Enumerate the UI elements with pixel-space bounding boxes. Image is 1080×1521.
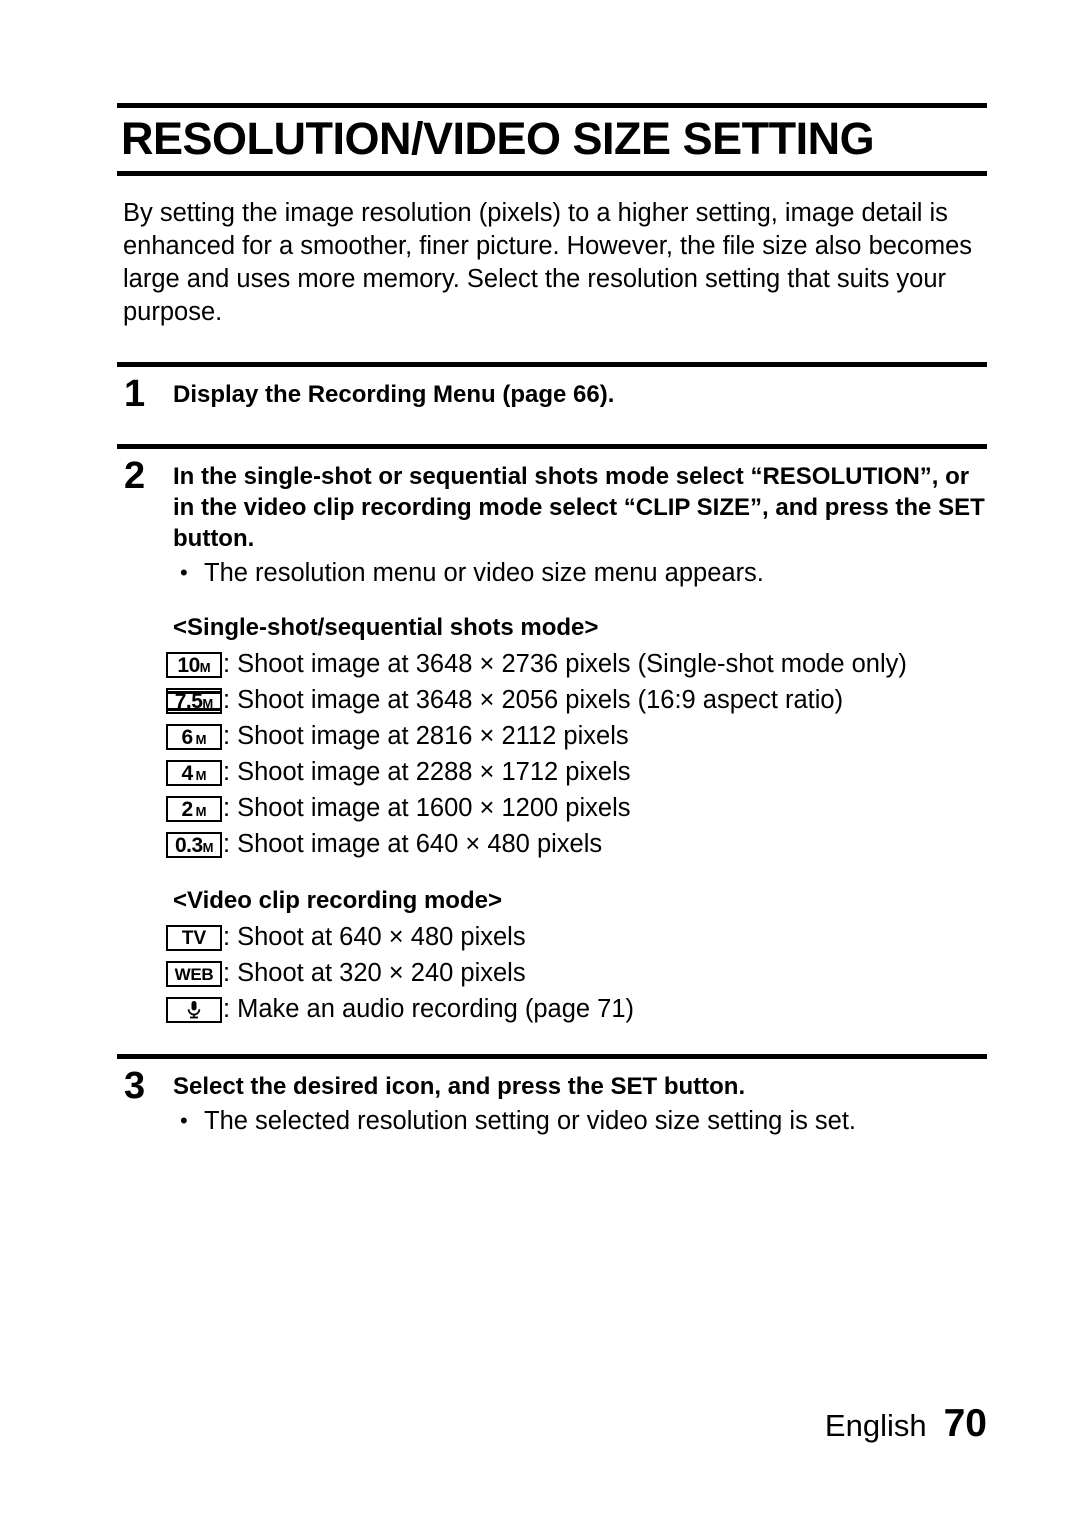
resolution-7-5m-icon: 7.5 M: [166, 688, 222, 714]
step-1-rule: [117, 362, 987, 367]
resolution-description: Shoot image at 2288 × 1712 pixels: [237, 758, 631, 787]
step-2-note: • The resolution menu or video size menu…: [173, 557, 987, 590]
icon-unit: M: [199, 659, 211, 675]
row-colon: :: [223, 995, 231, 1024]
step-2-title: In the single-shot or sequential shots m…: [173, 463, 985, 552]
video-size-list: TV : Shoot at 640 × 480 pixels WEB : Sho…: [166, 920, 987, 1028]
icon-value: 10: [177, 653, 200, 677]
bullet-icon: •: [180, 560, 188, 585]
video-size-row: WEB : Shoot at 320 × 240 pixels: [166, 956, 987, 992]
spacer-before-step-1: [117, 329, 987, 362]
step-3-note-text: The selected resolution setting or video…: [204, 1107, 857, 1135]
row-colon: :: [223, 830, 231, 859]
resolution-description: Shoot image at 640 × 480 pixels: [237, 830, 603, 859]
resolution-description: Shoot image at 1600 × 1200 pixels: [237, 794, 631, 823]
spacer-before-step-3: [117, 1028, 987, 1054]
page: RESOLUTION/VIDEO SIZE SETTING By setting…: [0, 0, 1080, 1521]
page-footer: English 70: [117, 1404, 987, 1443]
footer-page-number: 70: [943, 1402, 987, 1445]
icon-unit: M: [195, 731, 207, 747]
icon-value: 4: [181, 761, 193, 785]
step-1-title: Display the Recording Menu (page 66).: [173, 381, 615, 408]
video-size-description: Make an audio recording (page 71): [237, 995, 635, 1024]
microphone-glyph: [187, 1001, 201, 1019]
resolution-row: 4M : Shoot image at 2288 × 1712 pixels: [166, 755, 987, 791]
row-colon: :: [223, 650, 231, 679]
resolution-row: 2M : Shoot image at 1600 × 1200 pixels: [166, 791, 987, 827]
resolution-list: 10 M : Shoot image at 3648 × 2736 pixels …: [166, 647, 987, 863]
icon-value: 7.5: [174, 689, 203, 713]
step-3: 3 Select the desired icon, and press the…: [117, 1067, 987, 1138]
title-rule-bottom: [117, 171, 987, 176]
row-colon: :: [223, 959, 231, 988]
resolution-description: Shoot image at 3648 × 2736 pixels (Singl…: [237, 650, 907, 679]
video-size-description: Shoot at 320 × 240 pixels: [237, 959, 526, 988]
video-size-row: : Make an audio recording (page 71): [166, 992, 987, 1028]
step-3-title: Select the desired icon, and press the S…: [173, 1073, 746, 1100]
resolution-row: 0.3 M : Shoot image at 640 × 480 pixels: [166, 827, 987, 863]
icon-unit: M: [202, 839, 214, 855]
resolution-4m-icon: 4M: [166, 760, 222, 786]
resolution-row: 10 M : Shoot image at 3648 × 2736 pixels …: [166, 647, 987, 683]
row-colon: :: [223, 758, 231, 787]
row-colon: :: [223, 923, 231, 952]
spacer-before-step-2: [117, 410, 987, 444]
video-size-description: Shoot at 640 × 480 pixels: [237, 923, 526, 952]
icon-value: 6: [181, 725, 193, 749]
resolution-10m-icon: 10 M: [166, 652, 222, 678]
icon-label: WEB: [174, 964, 214, 984]
icon-unit: M: [202, 695, 214, 711]
section-heading-single-shot: <Single-shot/sequential shots mode>: [173, 614, 599, 641]
resolution-6m-icon: 6M: [166, 724, 222, 750]
resolution-0-3m-icon: 0.3 M: [166, 832, 222, 858]
audio-recording-microphone-icon: [166, 997, 222, 1023]
video-size-tv-icon: TV: [166, 925, 222, 951]
resolution-description: Shoot image at 3648 × 2056 pixels (16:9 …: [237, 686, 844, 715]
step-3-rule: [117, 1054, 987, 1059]
step-3-note: • The selected resolution setting or vid…: [173, 1105, 987, 1138]
step-2-number: 2: [124, 455, 146, 497]
page-content: RESOLUTION/VIDEO SIZE SETTING By setting…: [117, 0, 987, 1521]
icon-unit: M: [195, 767, 207, 783]
icon-value: 2: [181, 797, 193, 821]
intro-paragraph: By setting the image resolution (pixels)…: [123, 199, 973, 326]
section-heading-video-clip: <Video clip recording mode>: [173, 887, 502, 914]
step-2-note-text: The resolution menu or video size menu a…: [204, 559, 764, 587]
step-1: 1 Display the Recording Menu (page 66).: [117, 375, 987, 413]
step-1-number: 1: [124, 373, 146, 415]
resolution-row: 7.5 M : Shoot image at 3648 × 2056 pixels…: [166, 683, 987, 719]
video-size-web-icon: WEB: [166, 961, 222, 987]
step-2-rule: [117, 444, 987, 449]
step-2: 2 In the single-shot or sequential shots…: [117, 457, 987, 590]
title-block: RESOLUTION/VIDEO SIZE SETTING: [117, 103, 987, 176]
step-3-number: 3: [124, 1065, 146, 1107]
icon-unit: M: [195, 803, 207, 819]
footer-language: English: [824, 1408, 927, 1443]
row-colon: :: [223, 722, 231, 751]
resolution-2m-icon: 2M: [166, 796, 222, 822]
row-colon: :: [223, 794, 231, 823]
bullet-icon: •: [180, 1108, 188, 1133]
icon-label: TV: [181, 927, 207, 949]
row-colon: :: [223, 686, 231, 715]
video-size-row: TV : Shoot at 640 × 480 pixels: [166, 920, 987, 956]
resolution-row: 6M : Shoot image at 2816 × 2112 pixels: [166, 719, 987, 755]
icon-value: 0.3: [174, 833, 203, 857]
resolution-description: Shoot image at 2816 × 2112 pixels: [237, 722, 629, 751]
page-title: RESOLUTION/VIDEO SIZE SETTING: [121, 113, 875, 164]
